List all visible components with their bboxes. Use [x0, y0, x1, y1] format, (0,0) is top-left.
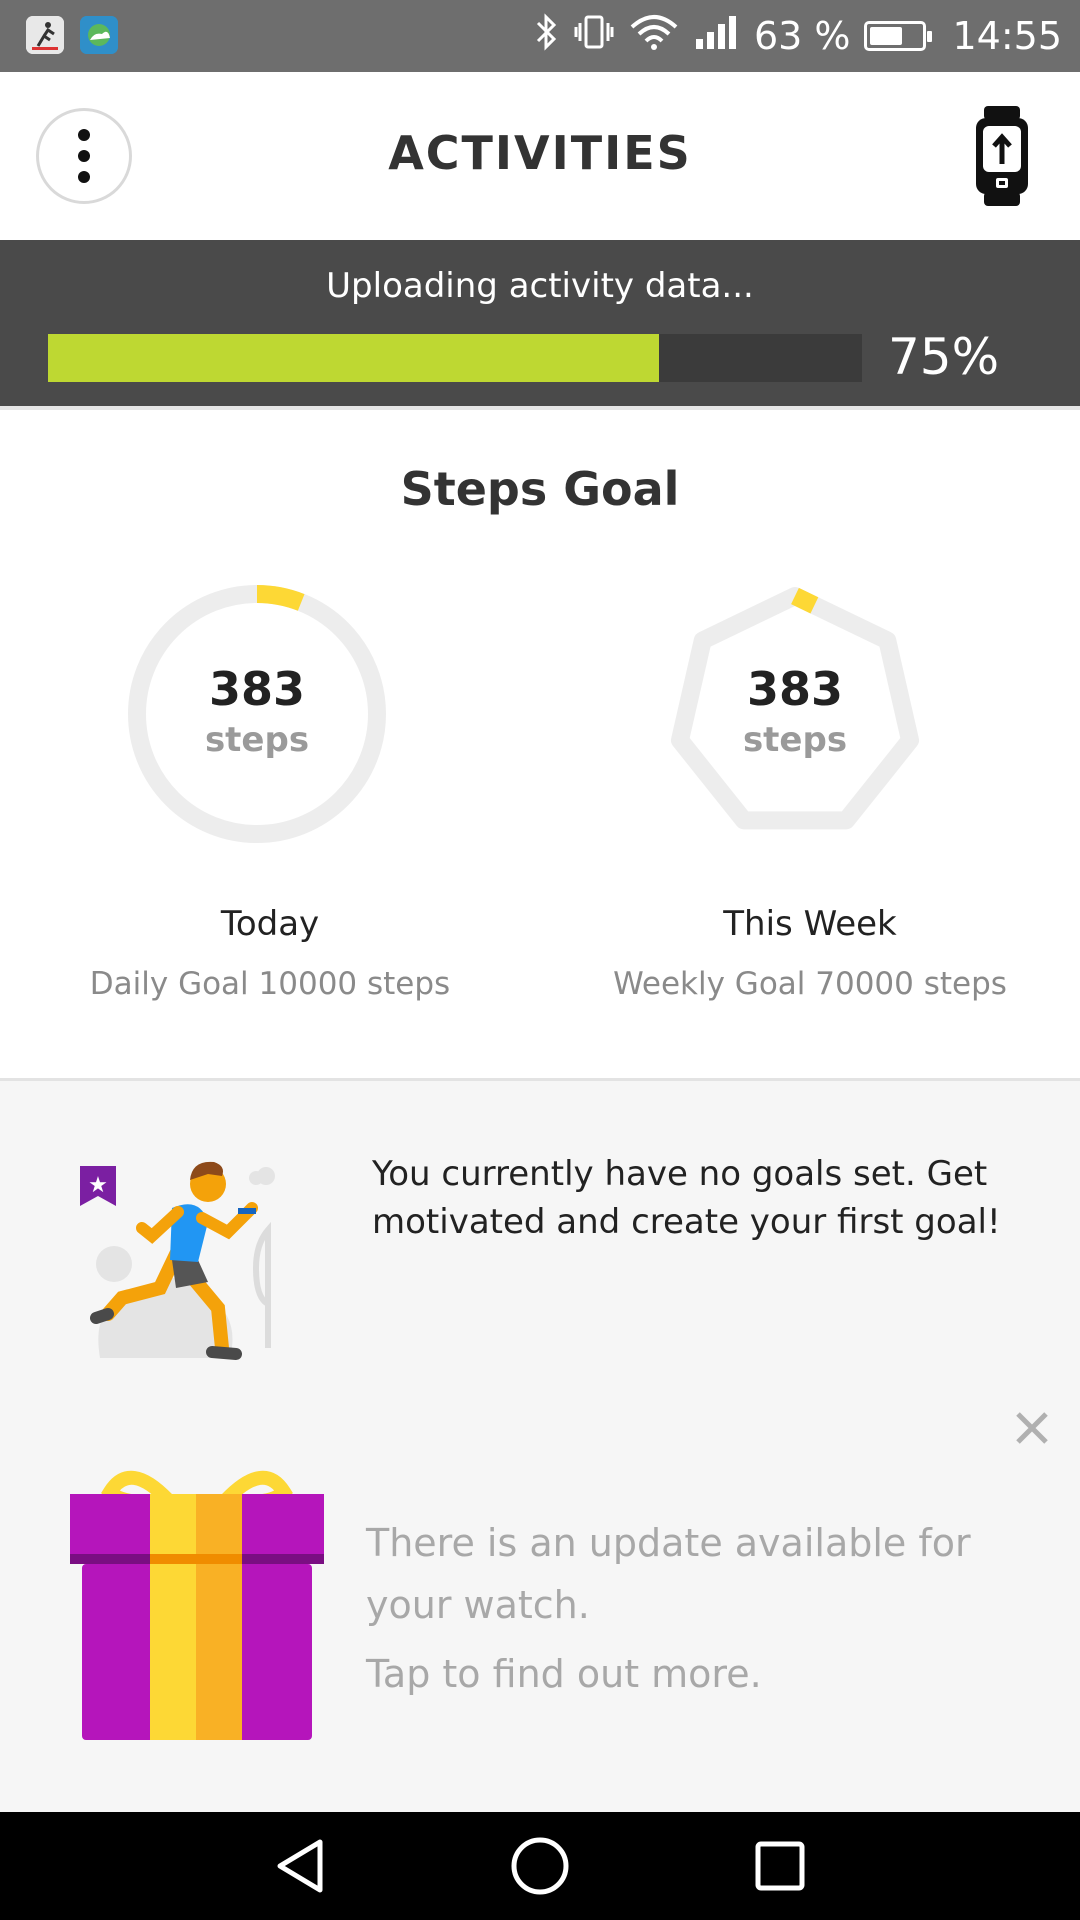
home-icon[interactable]	[508, 1834, 572, 1898]
today-label: Today	[220, 904, 320, 944]
upload-progress-percent: 75%	[888, 328, 1000, 386]
daily-steps-unit: steps	[204, 720, 310, 760]
weekly-steps-ring[interactable]: 383 steps	[663, 582, 927, 846]
clock: 14:55	[952, 14, 1062, 58]
watch-sync-button[interactable]	[974, 106, 1030, 206]
close-update-button[interactable]	[1012, 1408, 1052, 1448]
close-icon	[1016, 1412, 1048, 1444]
battery-icon	[864, 21, 933, 51]
bluetooth-icon	[534, 12, 560, 60]
vibrate-icon	[574, 13, 614, 60]
divider	[0, 406, 1080, 410]
weekly-ring-progress	[791, 587, 819, 614]
daily-steps-ring[interactable]: 383 steps	[125, 582, 389, 846]
svg-text:★: ★	[88, 1173, 108, 1198]
watch-upload-icon	[976, 106, 1028, 206]
upload-progress-bar	[48, 334, 862, 382]
daily-steps-value: 383	[208, 662, 306, 716]
weekly-steps-value: 383	[746, 662, 844, 716]
signal-icon	[694, 13, 740, 60]
this-week-label: This Week	[723, 904, 897, 944]
runner-illustration: ★	[80, 1148, 320, 1370]
gift-icon[interactable]	[70, 1466, 324, 1740]
daily-goal-text: Daily Goal 10000 steps	[89, 966, 451, 1002]
upload-progress-fill	[48, 334, 659, 382]
steps-goal-title: Steps Goal	[400, 462, 680, 516]
wifi-icon	[628, 13, 680, 60]
upload-status-text: Uploading activity data...	[326, 266, 754, 306]
no-goals-message: You currently have no goals set. Get mot…	[372, 1154, 1001, 1242]
recents-icon[interactable]	[748, 1834, 812, 1898]
battery-percent: 63 %	[753, 14, 851, 58]
status-bar: 63 % 14:55	[0, 0, 1080, 72]
page-title: ACTIVITIES	[388, 126, 692, 180]
upload-banner: Uploading activity data... 75%	[0, 240, 1080, 406]
update-message[interactable]: There is an update available for your wa…	[366, 1512, 1006, 1636]
back-icon[interactable]	[270, 1834, 334, 1898]
update-tap-link[interactable]: Tap to find out more.	[366, 1652, 762, 1696]
weather-app-icon	[80, 16, 118, 54]
tomtom-sports-app-icon	[26, 16, 64, 54]
weekly-goal-text: Weekly Goal 70000 steps	[613, 966, 1007, 1002]
system-nav-bar	[0, 1812, 1080, 1920]
app-header: ACTIVITIES	[0, 72, 1080, 240]
battery-level	[870, 27, 902, 45]
weekly-steps-unit: steps	[742, 720, 848, 760]
